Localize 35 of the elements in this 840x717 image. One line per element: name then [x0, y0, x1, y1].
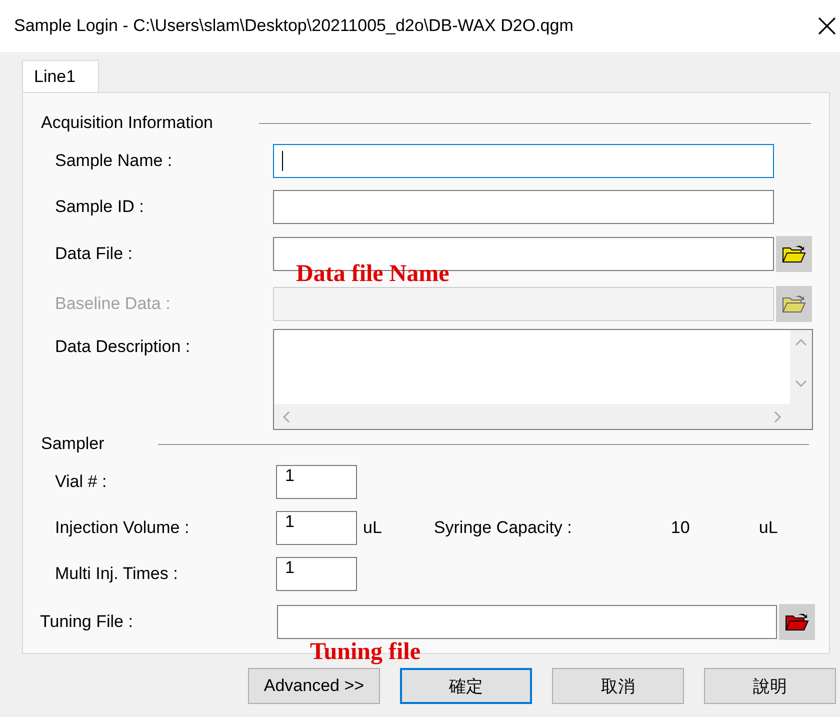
field-label: Data File :	[54, 244, 134, 264]
section-heading: Acquisition Information	[41, 113, 213, 133]
field-label: Data Description :	[54, 337, 192, 357]
browse-button[interactable]	[779, 604, 815, 640]
text-field[interactable]: 1	[276, 465, 357, 499]
text-field[interactable]	[277, 605, 777, 639]
text-field[interactable]	[273, 144, 774, 178]
dialog-button[interactable]: 說明	[704, 668, 836, 704]
dialog-button[interactable]: Advanced >>	[248, 668, 380, 704]
window-title: Sample Login - C:\Users\slam\Desktop\20211005_d2o\DB-WAX D2O.qgm	[14, 16, 574, 36]
field-label: Syringe Capacity :	[434, 518, 573, 538]
text-field[interactable]: 1	[276, 557, 357, 591]
unit-label: uL	[758, 518, 778, 538]
field-label: Sample Name :	[54, 151, 174, 171]
field-label: Multi Inj. Times :	[54, 564, 179, 584]
unit-label: uL	[363, 518, 382, 538]
folder-icon	[785, 612, 809, 632]
folder-icon	[782, 244, 806, 264]
text-field[interactable]: 1	[276, 511, 357, 545]
field-label: Sample ID :	[54, 197, 145, 217]
field-label: Tuning File :	[39, 612, 134, 632]
annotation-text: Data file Name	[296, 261, 450, 288]
tab[interactable]: Line1	[22, 60, 99, 92]
field-label: Baseline Data :	[54, 294, 172, 314]
annotation-text: Tuning file	[310, 639, 420, 666]
dialog-button[interactable]: 確定	[400, 668, 532, 704]
text-field[interactable]	[273, 190, 774, 224]
value-text: 10	[670, 518, 691, 538]
dialog-button[interactable]: 取消	[552, 668, 684, 704]
folder-icon	[782, 294, 806, 314]
field-label: Injection Volume :	[54, 518, 190, 538]
close-icon[interactable]	[818, 17, 836, 35]
browse-button[interactable]	[776, 236, 812, 272]
section-heading: Sampler	[41, 434, 104, 454]
field-label: Vial # :	[54, 472, 108, 492]
